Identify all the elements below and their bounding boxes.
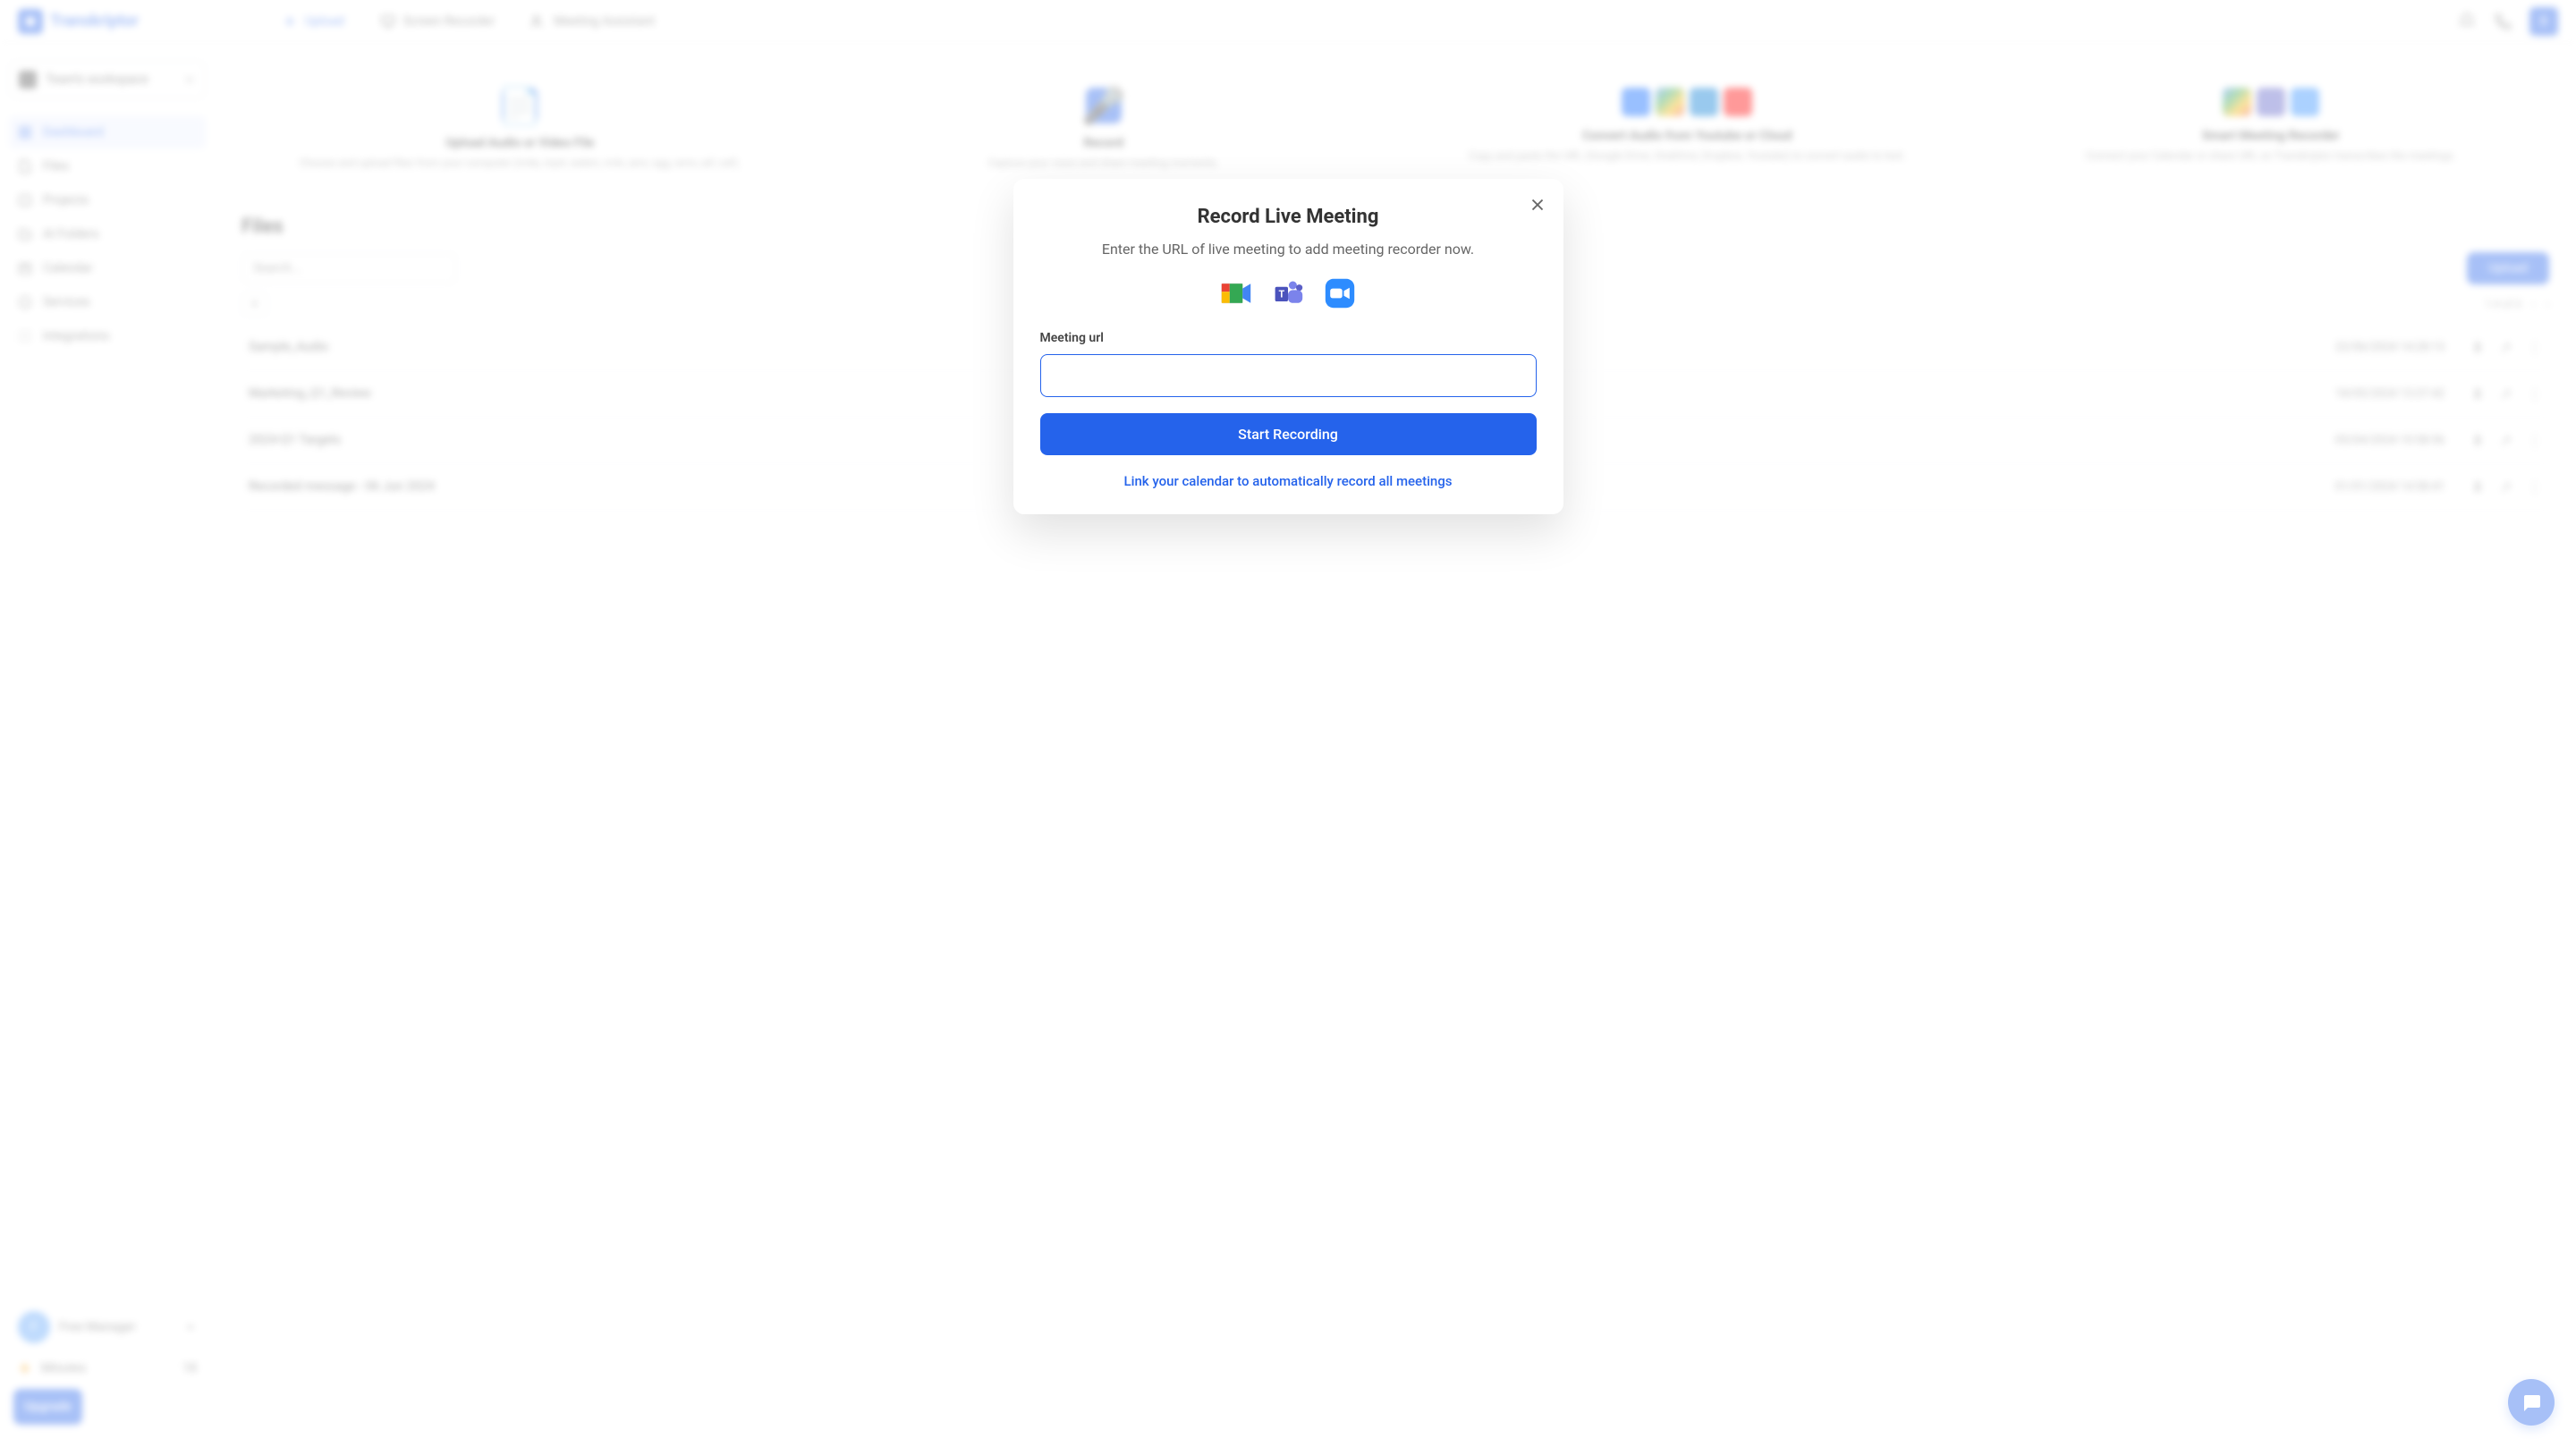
modal-title: Record Live Meeting [1040,206,1537,228]
ms-teams-icon: T [1272,277,1304,309]
svg-text:T: T [1278,289,1284,300]
close-icon[interactable] [1528,195,1547,215]
meeting-url-input[interactable] [1040,354,1537,397]
record-meeting-modal: Record Live Meeting Enter the URL of liv… [1013,179,1563,514]
google-meet-icon [1220,277,1252,309]
start-recording-button[interactable]: Start Recording [1040,413,1537,455]
modal-overlay: Record Live Meeting Enter the URL of liv… [0,0,2576,1447]
link-calendar-link[interactable]: Link your calendar to automatically reco… [1040,473,1537,489]
modal-subtitle: Enter the URL of live meeting to add mee… [1040,241,1537,258]
meeting-url-label: Meeting url [1040,331,1537,345]
modal-meeting-icons: T [1040,277,1537,309]
zoom-icon [1324,277,1356,309]
